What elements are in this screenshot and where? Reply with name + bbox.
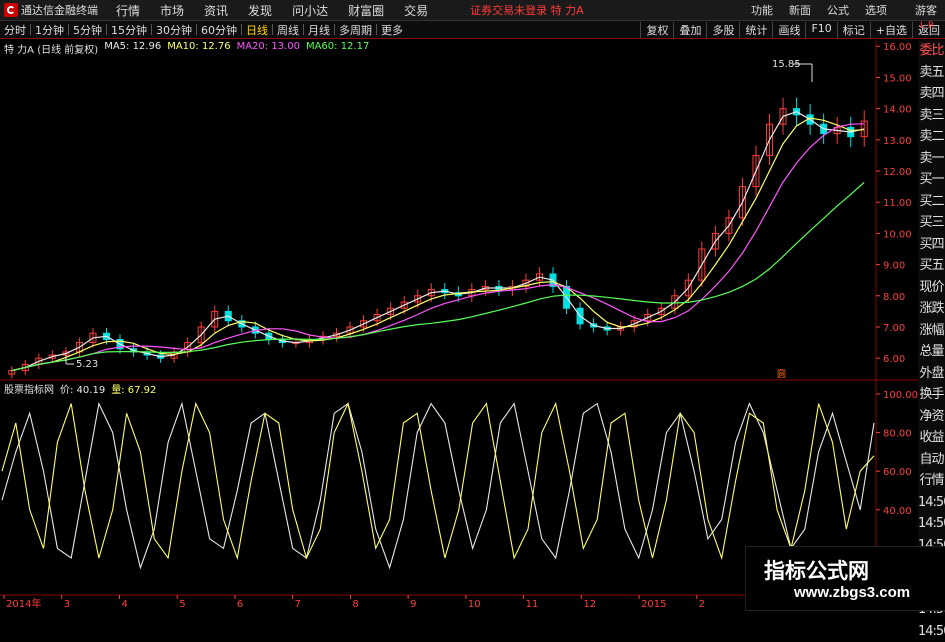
badge-marker: 圆 xyxy=(777,369,786,380)
x-tick-label: 10 xyxy=(468,599,481,609)
side-label[interactable]: 行情 xyxy=(918,470,945,492)
y-tick-label: 16.00 xyxy=(883,42,912,53)
indicator-y-axis: 40.00 60.00 80.00 100.00 xyxy=(876,390,918,517)
ma20-line xyxy=(12,124,864,371)
x-tick-label: 2014年 xyxy=(6,597,41,609)
side-label[interactable]: 买五 xyxy=(918,255,945,277)
main-legend: 特 力A (日线 前复权) MA5: 12.96 MA10: 12.76 MA2… xyxy=(4,41,369,56)
ma10-value: MA10: 12.76 xyxy=(167,41,230,56)
side-label[interactable]: 买一 xyxy=(918,169,945,191)
ma60-line xyxy=(12,182,864,370)
side-label[interactable]: 外盘 xyxy=(918,363,945,385)
side-label[interactable]: 卖二 xyxy=(918,126,945,148)
side-label[interactable]: 收益 xyxy=(918,427,945,449)
low-price-label: 5.23 xyxy=(76,359,98,370)
side-label[interactable]: 换手 xyxy=(918,384,945,406)
y-tick-label: 7.00 xyxy=(883,323,905,334)
ma60-value: MA60: 12.17 xyxy=(306,41,369,56)
ma5-value: MA5: 12.96 xyxy=(104,41,161,56)
watermark-url: www.zbgs3.com xyxy=(794,584,910,601)
x-tick-label: 9 xyxy=(410,599,416,609)
side-label[interactable]: 现价 xyxy=(918,277,945,299)
quote-side-panel: 委比卖五卖四卖三卖二卖一买一买二买三买四买五现价涨跌涨幅总量外盘换手净资收益自动… xyxy=(918,40,945,609)
side-label[interactable]: 卖一 xyxy=(918,148,945,170)
x-tick-label: 8 xyxy=(352,599,358,609)
side-label[interactable]: 买二 xyxy=(918,191,945,213)
indicator-name: 股票指标网 xyxy=(4,381,54,396)
main-y-axis: 6.00 7.00 8.00 9.00 10.00 11.00 12.00 13.00 14.0… xyxy=(876,42,912,365)
side-label[interactable]: 总量 xyxy=(918,341,945,363)
indicator-lines xyxy=(2,404,874,568)
y-tick-label: 9.00 xyxy=(883,261,905,272)
side-label[interactable]: 自动 xyxy=(918,449,945,471)
x-tick-label: 2 xyxy=(699,599,705,609)
annotations: 15.85 5.23 圆 xyxy=(66,59,812,380)
indicator-legend: 股票指标网 价: 40.19 量: 67.92 xyxy=(4,381,156,396)
ma20-value: MA20: 13.00 xyxy=(237,41,300,56)
watermark: 指标公式网 www.zbgs3.com xyxy=(745,546,945,611)
y-tick-label: 15.00 xyxy=(883,73,912,84)
ma5-line xyxy=(12,112,864,371)
y-tick-label: 12.00 xyxy=(883,167,912,178)
indicator-volume-value: 量: 67.92 xyxy=(111,381,156,396)
side-label[interactable]: 净资 xyxy=(918,406,945,428)
candlestick-series xyxy=(9,98,867,379)
chart-canvas: 6.00 7.00 8.00 9.00 10.00 11.00 12.00 13.00 14.0… xyxy=(0,0,918,609)
watermark-title: 指标公式网 xyxy=(764,555,869,585)
side-label[interactable]: 委比 xyxy=(918,40,945,62)
x-tick-label: 4 xyxy=(121,599,127,609)
x-tick-label: 3 xyxy=(64,599,70,609)
indicator-y-tick-label: 40.00 xyxy=(883,506,912,517)
stock-name: 特 力A (日线 前复权) xyxy=(4,41,98,56)
side-label[interactable]: 卖三 xyxy=(918,105,945,127)
y-tick-label: 14.00 xyxy=(883,105,912,116)
side-label[interactable]: 14:50 xyxy=(918,492,945,514)
side-label[interactable]: 买四 xyxy=(918,234,945,256)
menu-guest[interactable]: 游客 xyxy=(915,2,937,18)
y-tick-label: 11.00 xyxy=(883,198,912,209)
x-tick-label: 5 xyxy=(179,599,185,609)
x-tick-label: 12 xyxy=(583,599,596,609)
ma10-line xyxy=(12,118,864,371)
indicator-price-value: 价: 40.19 xyxy=(60,381,105,396)
side-label[interactable]: 卖四 xyxy=(918,83,945,105)
indicator-y-tick-label: 60.00 xyxy=(883,467,912,478)
y-tick-label: 10.00 xyxy=(883,229,912,240)
indicator-y-tick-label: 80.00 xyxy=(883,429,912,440)
indicator-price-line xyxy=(2,404,874,568)
y-tick-label: 8.00 xyxy=(883,292,905,303)
y-tick-label: 13.00 xyxy=(883,136,912,147)
side-label[interactable]: 买三 xyxy=(918,212,945,234)
y-tick-label: 6.00 xyxy=(883,354,905,365)
x-tick-label: 7 xyxy=(295,599,301,609)
side-label[interactable]: 涨幅 xyxy=(918,320,945,342)
indicator-y-tick-label: 100.00 xyxy=(883,390,918,401)
x-axis: 2014年34567891011122015234 xyxy=(4,595,821,609)
side-label[interactable]: 14:50 xyxy=(918,621,945,642)
x-tick-label: 2015 xyxy=(641,599,666,609)
side-label[interactable]: 涨跌 xyxy=(918,298,945,320)
side-label[interactable]: 14:50 xyxy=(918,513,945,535)
x-tick-label: 6 xyxy=(237,599,243,609)
ma-lines xyxy=(12,112,864,371)
panel-mode-mark[interactable]: L R xyxy=(920,22,934,30)
side-label[interactable]: 卖五 xyxy=(918,62,945,84)
x-tick-label: 11 xyxy=(526,599,539,609)
